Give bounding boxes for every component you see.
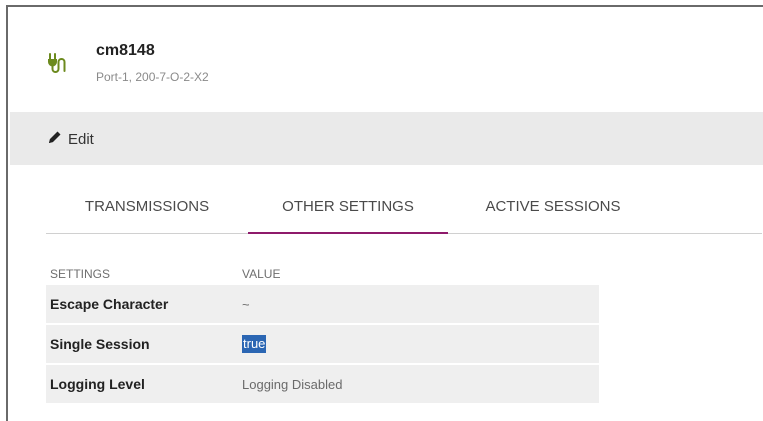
setting-name: Logging Level — [50, 376, 145, 392]
edit-button[interactable]: Edit — [48, 130, 94, 148]
pencil-icon — [48, 130, 68, 148]
device-header: cm8148 Port-1, 200-7-O-2-X2 — [10, 7, 763, 112]
settings-column-header: SETTINGS — [50, 267, 111, 281]
tab-active-sessions[interactable]: ACTIVE SESSIONS — [448, 185, 658, 232]
tab-bar: TRANSMISSIONS OTHER SETTINGS ACTIVE SESS… — [46, 185, 762, 234]
setting-value: Logging Disabled — [242, 377, 343, 392]
tab-transmissions[interactable]: TRANSMISSIONS — [46, 185, 248, 232]
device-title: cm8148 — [96, 42, 155, 59]
settings-table: SETTINGS VALUE Escape Character ~ Single… — [46, 255, 599, 405]
toolbar: Edit — [10, 112, 763, 165]
setting-name: Single Session — [50, 336, 150, 352]
edit-label: Edit — [68, 130, 94, 148]
table-row: Logging Level Logging Disabled — [46, 365, 599, 405]
table-header: SETTINGS VALUE — [46, 255, 599, 285]
device-panel: cm8148 Port-1, 200-7-O-2-X2 Edit TRANSMI… — [6, 5, 763, 421]
plug-icon — [46, 52, 68, 76]
setting-value: ~ — [242, 297, 250, 312]
setting-name: Escape Character — [50, 296, 169, 312]
table-row: Escape Character ~ — [46, 285, 599, 325]
device-subtitle: Port-1, 200-7-O-2-X2 — [96, 70, 209, 84]
table-row: Single Session true — [46, 325, 599, 365]
setting-value[interactable]: true — [242, 335, 267, 353]
tab-other-settings[interactable]: OTHER SETTINGS — [248, 185, 448, 234]
value-column-header: VALUE — [242, 267, 281, 281]
